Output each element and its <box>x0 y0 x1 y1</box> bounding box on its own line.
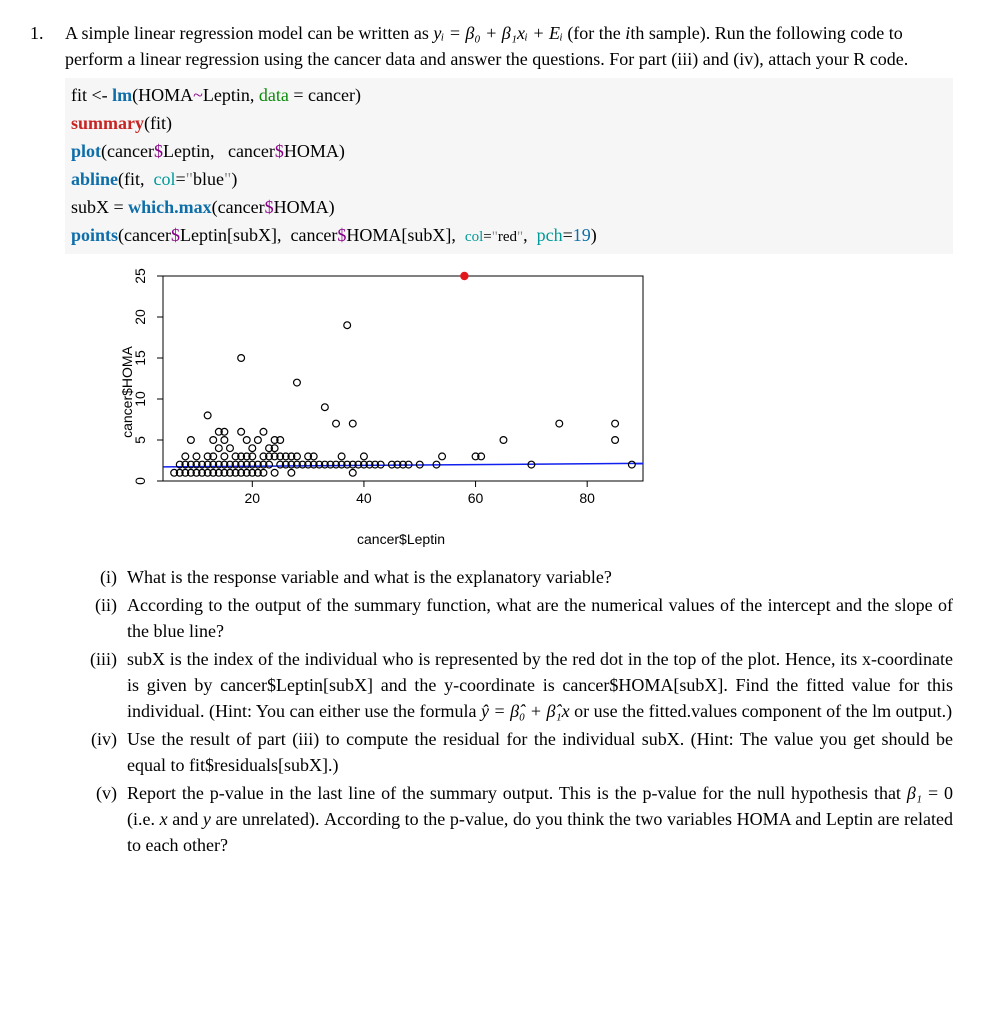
code-text: (fit) <box>144 113 172 133</box>
code-fn-whichmax: which.max <box>128 197 212 217</box>
code-fn-lm: lm <box>112 85 132 105</box>
code-tilde: ~ <box>193 85 203 105</box>
var-x: x <box>160 809 168 829</box>
question-block: 1. A simple linear regression model can … <box>30 20 953 861</box>
part-ii: (ii) According to the output of the summ… <box>65 592 953 644</box>
part-label: (ii) <box>65 592 127 644</box>
svg-text:0: 0 <box>132 476 148 484</box>
code-dollar: $ <box>171 225 180 245</box>
svg-text:25: 25 <box>132 268 148 284</box>
chart-svg: 051015202520406080 <box>93 266 653 522</box>
intro-text: A simple linear regression model can be … <box>65 23 433 43</box>
code-text: HOMA) <box>274 197 335 217</box>
question-body: A simple linear regression model can be … <box>65 20 953 861</box>
code-dollar: $ <box>265 197 274 217</box>
part-iii: (iii) subX is the index of the individua… <box>65 646 953 724</box>
code-text: = <box>176 169 186 189</box>
code-arg-pch: pch <box>537 225 563 245</box>
code-fn-abline: abline <box>71 169 118 189</box>
svg-text:40: 40 <box>356 490 372 506</box>
code-arg-col: col <box>465 229 483 245</box>
question-number: 1. <box>30 20 65 861</box>
part-text-b: or use the fitted.values component of th… <box>570 701 952 721</box>
code-text: (fit, <box>118 169 154 189</box>
fitted-formula: ŷ = β̂₀ + β̂₁x <box>481 701 570 721</box>
code-text: HOMA) <box>284 141 345 161</box>
code-text: (cancer <box>212 197 265 217</box>
code-str: red <box>498 229 517 245</box>
axis-label-y: cancer$HOMA <box>117 346 137 438</box>
code-text: (HOMA <box>132 85 193 105</box>
code-text: , <box>523 225 537 245</box>
code-fn-summary: summary <box>71 113 144 133</box>
code-num: 19 <box>573 225 591 245</box>
code-text: fit <- <box>71 85 112 105</box>
code-text: HOMA[subX], <box>346 225 465 245</box>
part-text: Report the p-value in the last line of t… <box>127 780 953 858</box>
axis-label-x: cancer$Leptin <box>357 529 445 549</box>
code-block: fit <- lm(HOMA~Leptin, data = cancer) su… <box>65 78 953 253</box>
scatter-plot: cancer$HOMA 051015202520406080 cancer$Le… <box>93 266 653 546</box>
model-equation: yᵢ = β₀ + β₁xᵢ + Eᵢ <box>433 23 562 43</box>
code-text: subX = <box>71 197 128 217</box>
part-text: subX is the index of the individual who … <box>127 646 953 724</box>
svg-text:20: 20 <box>245 490 261 506</box>
code-dollar: $ <box>275 141 284 161</box>
code-dollar: $ <box>154 141 163 161</box>
part-v: (v) Report the p-value in the last line … <box>65 780 953 858</box>
code-text: Leptin, cancer <box>163 141 275 161</box>
intro-tail: (for the <box>563 23 625 43</box>
part-label: (iii) <box>65 646 127 724</box>
part-i: (i) What is the response variable and wh… <box>65 564 953 590</box>
code-fn-points: points <box>71 225 118 245</box>
svg-text:80: 80 <box>579 490 595 506</box>
sub-parts: (i) What is the response variable and wh… <box>65 564 953 859</box>
part-text: What is the response variable and what i… <box>127 564 953 590</box>
code-text: (cancer <box>101 141 154 161</box>
part-text-and: and <box>168 809 203 829</box>
code-text: ) <box>591 225 597 245</box>
beta1: β₁ <box>907 783 922 803</box>
code-arg-data: data <box>259 85 289 105</box>
code-text: = cancer) <box>289 85 361 105</box>
part-iv: (iv) Use the result of part (iii) to com… <box>65 726 953 778</box>
code-text: Leptin, <box>203 85 259 105</box>
var-y: y <box>203 809 211 829</box>
code-fn-plot: plot <box>71 141 101 161</box>
part-label: (iv) <box>65 726 127 778</box>
code-text: = <box>563 225 573 245</box>
code-quote: " <box>186 169 193 189</box>
svg-text:60: 60 <box>468 490 484 506</box>
part-text-a: Report the p-value in the last line of t… <box>127 783 907 803</box>
svg-text:20: 20 <box>132 309 148 325</box>
code-text: = <box>483 229 491 245</box>
part-text: Use the result of part (iii) to compute … <box>127 726 953 778</box>
part-text: According to the output of the summary f… <box>127 592 953 644</box>
code-arg-col: col <box>154 169 176 189</box>
code-text: (cancer <box>118 225 171 245</box>
part-text-b: are unrelated). According to the p-value… <box>127 809 953 855</box>
code-text: ) <box>231 169 237 189</box>
code-text: Leptin[subX], cancer <box>180 225 337 245</box>
part-label: (v) <box>65 780 127 858</box>
part-label: (i) <box>65 564 127 590</box>
code-str: blue <box>193 169 224 189</box>
